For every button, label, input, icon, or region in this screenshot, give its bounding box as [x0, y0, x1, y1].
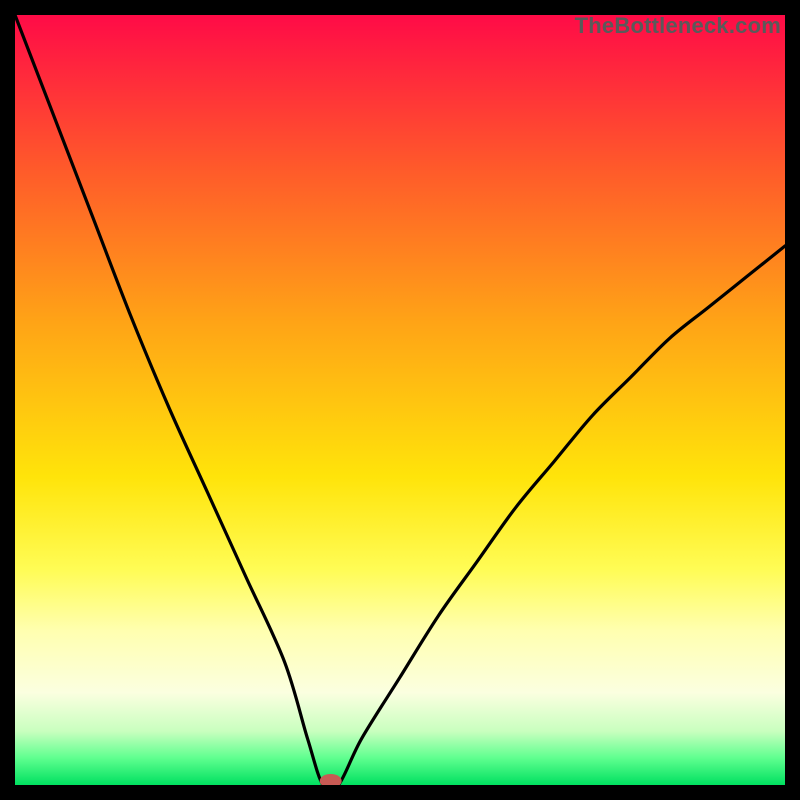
bottleneck-chart [15, 15, 785, 785]
watermark-text: TheBottleneck.com [575, 13, 781, 39]
chart-frame: TheBottleneck.com [15, 15, 785, 785]
gradient-background [15, 15, 785, 785]
